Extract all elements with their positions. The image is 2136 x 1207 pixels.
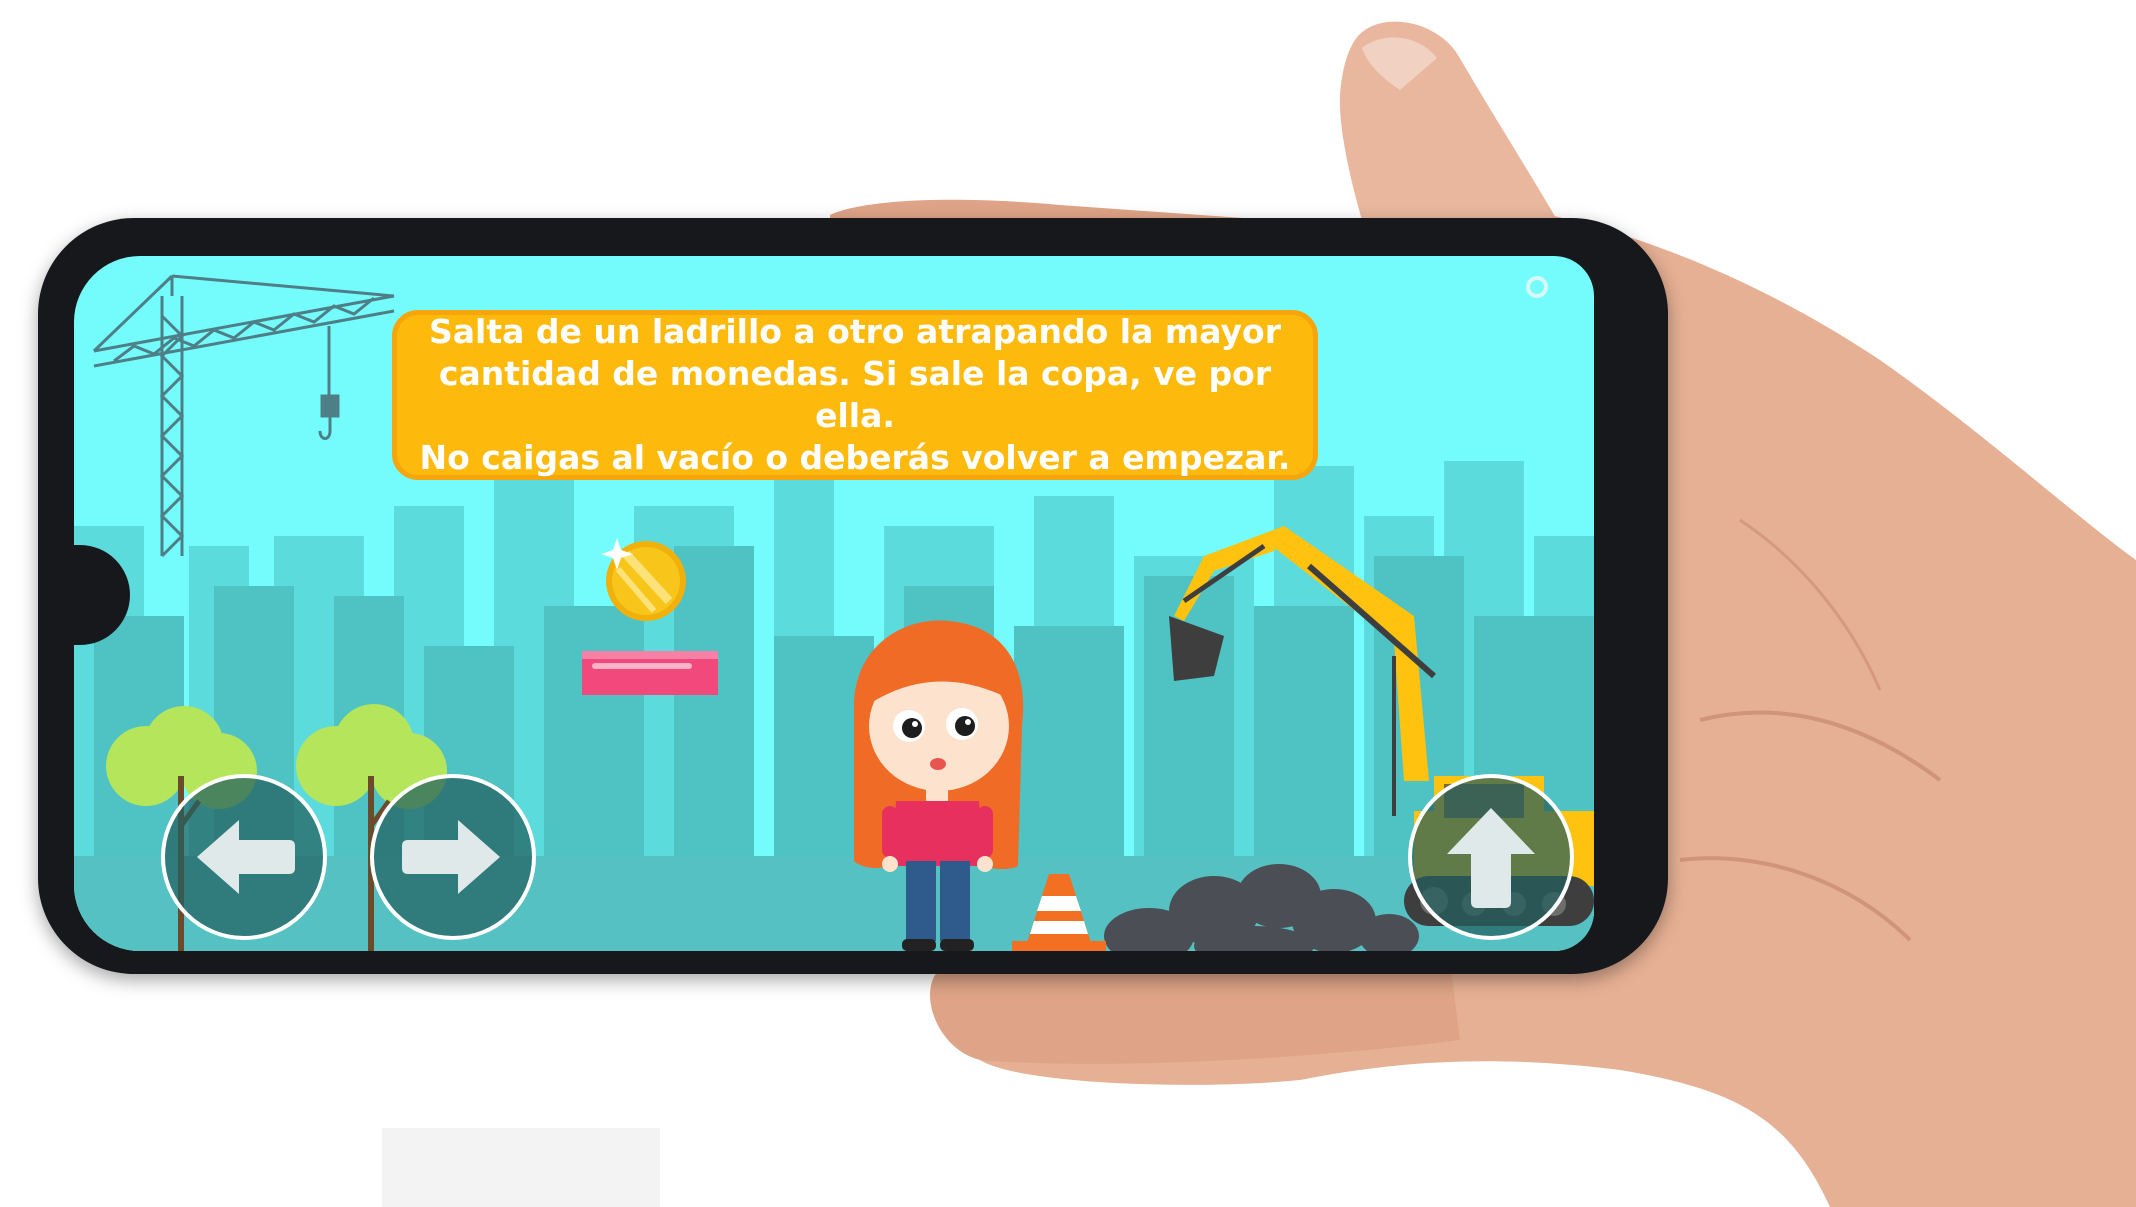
- game-screen: Salta de un ladrillo a otro atrapando la…: [74, 256, 1594, 951]
- front-camera: [1526, 276, 1548, 298]
- arrow-left-icon: [197, 820, 295, 894]
- placeholder-block: [382, 1128, 660, 1207]
- jump-button[interactable]: [1408, 774, 1574, 940]
- instructions-line-2: cantidad de monedas. Si sale la copa, ve…: [438, 354, 1272, 435]
- move-left-button[interactable]: [161, 774, 327, 940]
- instructions-box: Salta de un ladrillo a otro atrapando la…: [392, 310, 1318, 480]
- instructions-line-3: No caigas al vacío o deberás volver a em…: [419, 438, 1291, 477]
- brick-platform: [582, 651, 718, 695]
- instructions-text: Salta de un ladrillo a otro atrapando la…: [405, 311, 1305, 479]
- construction-crane: [92, 274, 395, 558]
- arrow-right-icon: [402, 820, 500, 894]
- move-right-button[interactable]: [370, 774, 536, 940]
- arrow-up-icon: [1447, 808, 1535, 908]
- instructions-line-1: Salta de un ladrillo a otro atrapando la…: [429, 312, 1281, 351]
